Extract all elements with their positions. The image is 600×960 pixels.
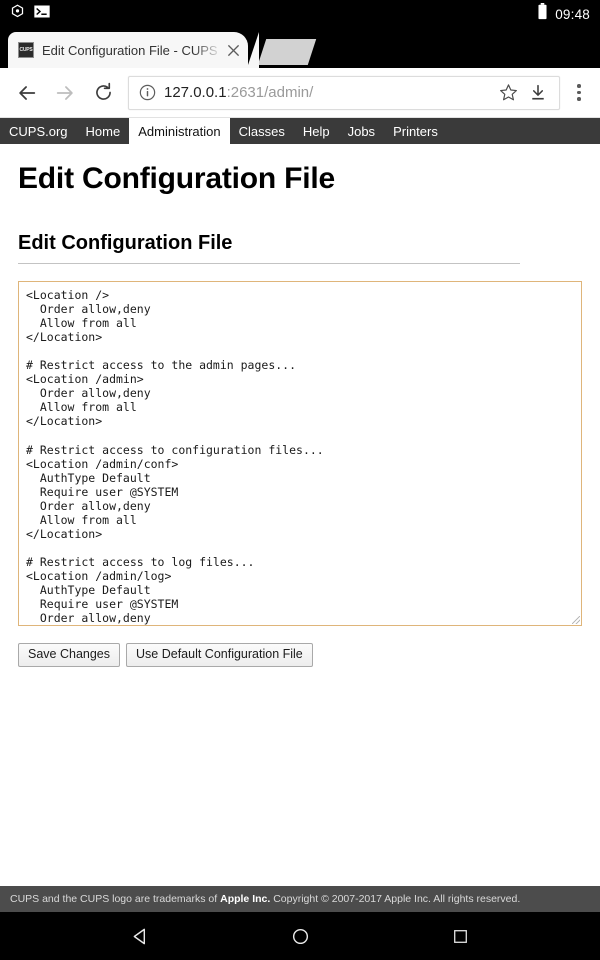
page-content: Edit Configuration File Edit Configurati…	[0, 144, 600, 886]
footer-text-after: Copyright © 2007-2017 Apple Inc. All rig…	[270, 893, 521, 905]
nav-item-help[interactable]: Help	[294, 118, 339, 144]
overflow-menu-icon	[577, 90, 581, 95]
page-title: Edit Configuration File	[18, 162, 336, 195]
nav-item-classes[interactable]: Classes	[230, 118, 294, 144]
android-navigation-bar	[0, 912, 600, 960]
download-button[interactable]	[523, 84, 553, 102]
favicon-label: CUPS	[19, 46, 33, 53]
form-actions: Save Changes Use Default Configuration F…	[18, 643, 582, 667]
forward-arrow-icon	[56, 85, 73, 100]
url-text: 127.0.0.1:2631/admin/	[164, 84, 493, 101]
address-bar[interactable]: 127.0.0.1:2631/admin/	[128, 75, 560, 110]
nav-item-jobs[interactable]: Jobs	[339, 118, 384, 144]
status-bar-clock: 09:48	[555, 6, 590, 22]
cups-navigation-bar: CUPS.org Home Administration Classes Hel…	[0, 118, 600, 144]
footer-text-before: CUPS and the CUPS logo are trademarks of	[10, 893, 221, 905]
close-tab-icon[interactable]	[224, 41, 242, 59]
reload-icon	[95, 82, 111, 100]
star-icon	[499, 84, 517, 101]
android-back-button[interactable]	[116, 912, 164, 960]
recents-square-icon	[453, 929, 467, 943]
active-browser-tab[interactable]: CUPS Edit Configuration File - CUPS	[8, 32, 259, 68]
save-changes-button[interactable]: Save Changes	[18, 643, 121, 667]
web-page-viewport: CUPS.org Home Administration Classes Hel…	[0, 118, 600, 912]
reload-button[interactable]	[84, 74, 122, 112]
nav-item-printers[interactable]: Printers	[384, 118, 447, 144]
status-bar-notification-icons	[10, 4, 50, 24]
footer-trademark: Apple Inc.	[220, 893, 271, 905]
nav-item-administration[interactable]: Administration	[129, 118, 230, 144]
section-title: Edit Configuration File	[18, 232, 520, 264]
home-circle-icon	[292, 928, 308, 944]
android-status-bar: 09:48	[0, 0, 600, 28]
browser-menu-button[interactable]	[566, 84, 592, 101]
url-host: 127.0.0.1	[164, 84, 227, 101]
overflow-menu-icon	[577, 84, 581, 88]
android-home-button[interactable]	[276, 912, 324, 960]
back-button[interactable]	[8, 74, 46, 112]
nav-item-cups-org[interactable]: CUPS.org	[0, 118, 77, 144]
status-bar-system-icons: 09:48	[537, 3, 590, 25]
site-info-icon[interactable]	[139, 84, 156, 101]
battery-full-icon	[537, 3, 548, 25]
android-browser-screen: 09:48 CUPS Edit Configuration File - CUP…	[0, 0, 600, 960]
android-recents-button[interactable]	[436, 912, 484, 960]
config-file-textarea[interactable]	[18, 281, 582, 626]
tab-title: Edit Configuration File - CUPS	[42, 42, 218, 58]
cups-footer: CUPS and the CUPS logo are trademarks of…	[0, 886, 600, 912]
back-triangle-icon	[133, 928, 145, 944]
background-tab[interactable]	[257, 39, 317, 65]
config-editor-wrapper	[18, 281, 582, 626]
browser-toolbar: 127.0.0.1:2631/admin/	[0, 68, 600, 118]
download-icon	[532, 84, 544, 100]
url-path: :2631/admin/	[226, 84, 314, 101]
terminal-icon	[34, 5, 50, 23]
nav-item-home[interactable]: Home	[77, 118, 130, 144]
use-default-configuration-file-button[interactable]: Use Default Configuration File	[126, 643, 313, 667]
alarm-icon	[10, 4, 25, 24]
overflow-menu-icon	[577, 97, 581, 101]
back-arrow-icon	[19, 85, 36, 100]
forward-button	[46, 74, 84, 112]
cups-favicon: CUPS	[18, 42, 34, 58]
bookmark-button[interactable]	[493, 83, 523, 102]
browser-tab-strip: CUPS Edit Configuration File - CUPS	[0, 28, 600, 68]
